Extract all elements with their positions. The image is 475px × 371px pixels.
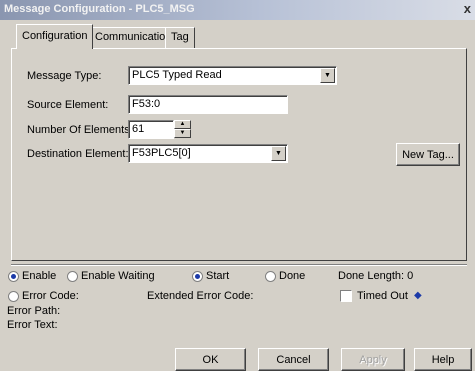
enable-label: Enable xyxy=(22,270,57,282)
enable-waiting-label: Enable Waiting xyxy=(81,270,155,282)
num-elements-input[interactable]: 61 xyxy=(128,120,174,139)
cancel-label: Cancel xyxy=(276,354,311,366)
dest-element-value: F53PLC5[0] xyxy=(132,147,191,159)
tab-tag-label: Tag xyxy=(171,31,189,43)
arrow-left-icon: ◆ xyxy=(414,290,422,301)
error-path-label: Error Path: xyxy=(7,305,61,317)
error-code-indicator xyxy=(8,291,19,302)
dest-element-select[interactable]: F53PLC5[0] ▼ xyxy=(128,144,288,163)
source-element-input[interactable]: F53:0 xyxy=(128,95,288,114)
done-label: Done xyxy=(279,270,306,282)
source-element-value: F53:0 xyxy=(132,98,161,110)
message-type-value: PLC5 Typed Read xyxy=(132,69,222,81)
done-indicator xyxy=(265,271,276,282)
tab-communication-label: Communication xyxy=(95,31,172,43)
title-bar: Message Configuration - PLC5_MSG xyxy=(0,0,475,20)
chevron-down-icon[interactable]: ▼ xyxy=(320,68,335,83)
tab-configuration[interactable]: Configuration xyxy=(16,24,94,49)
num-elements-stepper[interactable]: ▲ ▼ xyxy=(174,120,191,139)
spin-down-icon[interactable]: ▼ xyxy=(174,129,191,138)
chevron-down-icon[interactable]: ▼ xyxy=(271,146,286,161)
spin-up-icon[interactable]: ▲ xyxy=(174,120,191,129)
status-separator xyxy=(11,264,467,266)
num-elements-value: 61 xyxy=(132,123,145,135)
tab-configuration-label: Configuration xyxy=(22,30,88,42)
error-text-label: Error Text: xyxy=(7,319,58,331)
window-title: Message Configuration - PLC5_MSG xyxy=(4,3,195,15)
tab-tag[interactable]: Tag xyxy=(165,27,195,48)
enable-indicator xyxy=(8,271,19,282)
error-code-label: Error Code: xyxy=(22,290,79,302)
start-label: Start xyxy=(206,270,230,282)
done-length-label: Done Length: 0 xyxy=(338,270,414,282)
num-elements-label: Number Of Elements: xyxy=(27,124,133,136)
source-element-label: Source Element: xyxy=(27,99,109,111)
new-tag-button[interactable]: New Tag... xyxy=(396,143,460,166)
enable-waiting-indicator xyxy=(67,271,78,282)
timed-out-label: Timed Out xyxy=(357,290,408,302)
message-type-label: Message Type: xyxy=(27,70,102,82)
apply-label: Apply xyxy=(359,354,387,366)
ok-label: OK xyxy=(202,354,219,366)
extended-error-code-label: Extended Error Code: xyxy=(147,290,254,302)
timed-out-checkbox[interactable] xyxy=(340,290,352,302)
new-tag-label: New Tag... xyxy=(402,149,454,161)
dest-element-label: Destination Element: xyxy=(27,148,129,160)
message-type-select[interactable]: PLC5 Typed Read ▼ xyxy=(128,66,337,85)
help-label: Help xyxy=(431,354,455,366)
start-indicator xyxy=(192,271,203,282)
close-icon[interactable]: x xyxy=(464,1,471,16)
